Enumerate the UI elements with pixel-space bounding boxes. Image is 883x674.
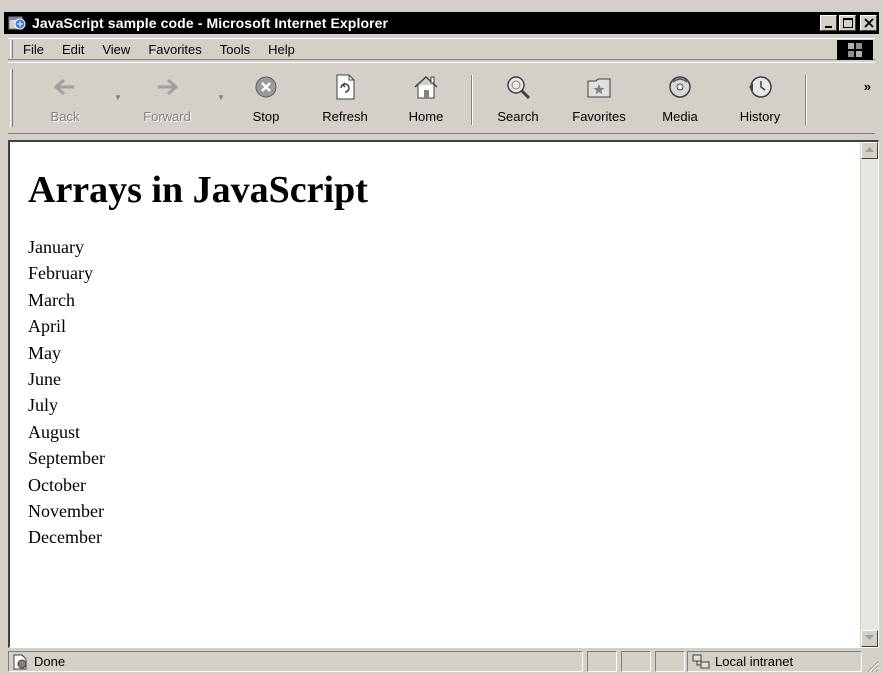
content-frame: Arrays in JavaScript January February Ma…	[8, 140, 879, 648]
status-pane	[587, 651, 617, 672]
windows-logo-throbber	[837, 40, 873, 60]
media-icon	[669, 76, 691, 98]
window-title: JavaScript sample code - Microsoft Inter…	[32, 15, 389, 31]
standard-toolbar: Back ▼ Forward ▼ Stop Refresh Home Searc…	[8, 62, 875, 134]
history-button[interactable]: History	[732, 71, 788, 129]
month-item: January	[28, 237, 84, 257]
month-item: September	[28, 448, 105, 469]
security-zone-pane[interactable]: Local intranet	[687, 651, 862, 672]
stop-icon	[255, 76, 277, 98]
forward-button[interactable]: Forward	[136, 71, 198, 129]
page-done-icon	[13, 654, 27, 669]
resize-grip-icon[interactable]	[865, 659, 879, 673]
stop-button[interactable]: Stop	[244, 71, 288, 129]
search-button[interactable]: Search	[490, 71, 546, 129]
scroll-down-button[interactable]	[861, 630, 878, 647]
back-arrow-icon	[54, 78, 74, 96]
month-item: August	[28, 421, 81, 442]
status-text: Done	[34, 654, 66, 669]
menu-bar: File Edit View Favorites Tools Help	[8, 38, 875, 60]
month-item: June	[28, 369, 61, 390]
status-bar: Done Local intranet	[8, 651, 879, 673]
back-button[interactable]: Back	[42, 71, 88, 129]
forward-arrow-icon	[158, 78, 178, 96]
minimize-icon	[825, 26, 832, 28]
internet-explorer-icon	[8, 14, 26, 32]
month-item: October	[28, 474, 86, 495]
menu-view[interactable]: View	[100, 41, 132, 58]
vertical-scrollbar[interactable]	[860, 142, 878, 647]
toolbar-grip[interactable]	[10, 69, 13, 127]
local-intranet-icon	[692, 654, 710, 668]
menu-help[interactable]: Help	[266, 41, 297, 58]
close-icon	[864, 18, 874, 28]
forward-dropdown-icon[interactable]: ▼	[217, 93, 225, 102]
refresh-button[interactable]: Refresh	[316, 71, 374, 129]
toolbar-more-chevron[interactable]: »	[864, 79, 871, 94]
close-button[interactable]	[860, 15, 877, 31]
month-item: December	[28, 527, 102, 548]
home-icon	[414, 75, 438, 99]
back-dropdown-icon[interactable]: ▼	[114, 93, 122, 102]
month-item: November	[28, 501, 104, 522]
maximize-icon	[843, 18, 853, 28]
favorites-button[interactable]: Favorites	[566, 71, 632, 129]
status-text-pane: Done	[8, 651, 583, 672]
month-item: April	[28, 316, 66, 337]
browser-window: JavaScript sample code - Microsoft Inter…	[0, 0, 883, 674]
menu-edit[interactable]: Edit	[60, 41, 86, 58]
windows-logo-icon	[848, 43, 862, 57]
toolbar-separator-end	[805, 75, 807, 125]
status-pane	[621, 651, 651, 672]
scroll-up-button[interactable]	[861, 142, 878, 159]
page-heading: Arrays in JavaScript	[28, 169, 368, 211]
minimize-button[interactable]	[820, 15, 837, 31]
security-zone-label: Local intranet	[715, 654, 794, 669]
scroll-down-arrow-icon	[865, 635, 874, 640]
refresh-icon	[336, 74, 355, 100]
menu-favorites[interactable]: Favorites	[146, 41, 203, 58]
month-item: May	[28, 342, 61, 363]
maximize-button[interactable]	[839, 15, 856, 31]
scroll-up-arrow-icon	[865, 147, 874, 152]
month-list: January February March April May June Ju…	[28, 234, 859, 551]
menu-file[interactable]: File	[21, 41, 46, 58]
search-icon	[507, 76, 531, 100]
history-icon	[749, 76, 772, 98]
media-button[interactable]: Media	[656, 71, 704, 129]
window-controls	[820, 15, 877, 31]
month-item: February	[28, 263, 93, 284]
page-content: Arrays in JavaScript January February Ma…	[10, 142, 859, 647]
menu-bar-grip[interactable]	[10, 40, 13, 58]
favorites-icon	[587, 78, 611, 98]
month-item: July	[28, 395, 59, 416]
status-pane	[655, 651, 685, 672]
menu-tools[interactable]: Tools	[218, 41, 252, 58]
month-item: March	[28, 289, 75, 310]
title-bar[interactable]: JavaScript sample code - Microsoft Inter…	[4, 12, 879, 34]
home-button[interactable]: Home	[404, 71, 448, 129]
toolbar-separator	[471, 75, 473, 125]
